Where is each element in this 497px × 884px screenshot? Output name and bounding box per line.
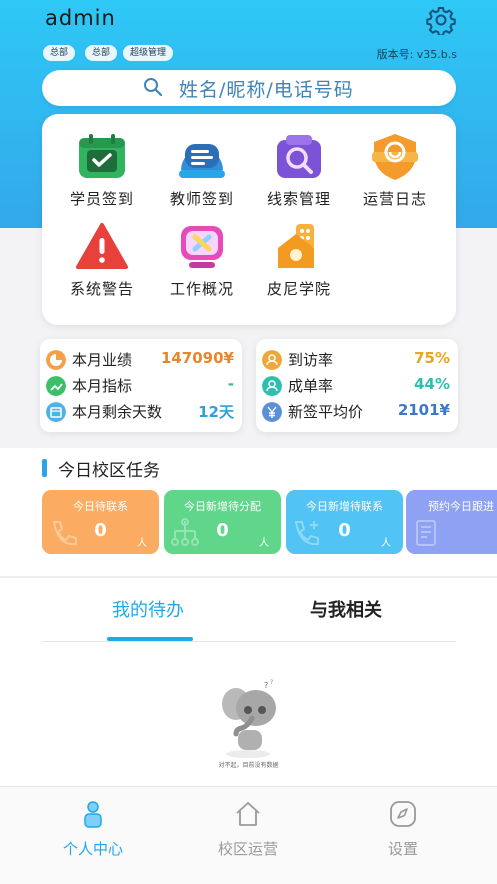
bottom-navigation: 个人中心 校区运营 设置 — [0, 786, 497, 884]
yuan-icon — [262, 402, 282, 422]
search-icon — [144, 78, 163, 97]
stat-row[interactable]: 新签平均价 2101¥ — [262, 400, 450, 424]
teacher-icon — [179, 144, 225, 178]
task-unit: 人 — [381, 538, 391, 549]
stat-label: 本月剩余天数 — [72, 403, 163, 421]
menu-label: 工作概况 — [169, 280, 234, 298]
search-input[interactable]: 姓名/昵称/电话号码 — [42, 70, 456, 106]
menu-lead-management[interactable]: 线索管理 — [254, 132, 344, 209]
user-deal-icon — [262, 376, 282, 396]
empty-state-text: 对不起，目前没有数据 — [218, 762, 279, 769]
person-icon — [84, 801, 102, 828]
stat-value: - — [227, 375, 234, 393]
stat-value: 2101¥ — [397, 401, 450, 419]
user-visit-icon — [262, 350, 282, 370]
log-badge-icon — [372, 134, 418, 180]
menu-system-warning[interactable]: 系统警告 — [57, 222, 147, 299]
work-overview-icon — [181, 226, 223, 268]
document-icon — [416, 520, 436, 546]
stat-row[interactable]: 成单率 44% — [262, 374, 450, 398]
stat-value: 75% — [414, 349, 450, 367]
org-tag-1: 总部 — [43, 45, 76, 61]
menu-teacher-checkin[interactable]: 教师签到 — [157, 132, 247, 209]
username-label: admin — [45, 6, 116, 30]
menu-grid: 学员签到 教师签到 线索管理 运营日志 系统警告 工作概况 皮尼学院 — [42, 114, 456, 325]
task-card-scheduled-follow-up[interactable]: 预约今日跟进 — [406, 490, 497, 554]
task-title: 今日新增待分配 — [184, 500, 261, 513]
menu-label: 教师签到 — [169, 190, 234, 208]
tab-separator — [42, 641, 456, 642]
search-placeholder: 姓名/昵称/电话号码 — [179, 79, 354, 101]
calendar-check-icon — [79, 134, 125, 178]
stat-value: 147090¥ — [160, 349, 234, 367]
task-title: 今日新增待联系 — [306, 500, 383, 513]
stat-label: 新签平均价 — [288, 403, 364, 421]
menu-label: 系统警告 — [69, 280, 134, 298]
menu-label: 运营日志 — [362, 190, 427, 208]
stat-label: 本月指标 — [72, 377, 133, 395]
calendar-icon — [46, 402, 66, 422]
tab-active-indicator — [107, 637, 193, 641]
nav-settings[interactable]: 设置 — [353, 799, 453, 859]
menu-student-checkin[interactable]: 学员签到 — [57, 132, 147, 209]
stat-label: 成单率 — [288, 377, 334, 395]
stat-label: 本月业绩 — [72, 351, 133, 369]
task-card-to-assign[interactable]: 今日新增待分配 0 人 — [164, 490, 281, 554]
stat-row[interactable]: 本月指标 - — [46, 374, 234, 398]
task-card-to-contact[interactable]: 今日待联系 0 人 — [42, 490, 159, 554]
stat-row[interactable]: 到访率 75% — [262, 348, 450, 372]
monthly-stats-card: 本月业绩 147090¥ 本月指标 - 本月剩余天数 12天 — [40, 339, 242, 432]
menu-work-overview[interactable]: 工作概况 — [157, 222, 247, 299]
warning-icon — [76, 223, 128, 269]
stat-label: 到访率 — [288, 351, 334, 369]
task-title: 今日待联系 — [73, 500, 128, 513]
tab-related-to-me[interactable]: 与我相关 — [310, 596, 382, 622]
magnifier-icon — [277, 135, 321, 178]
menu-operation-log[interactable]: 运营日志 — [350, 132, 440, 209]
tab-my-todo[interactable]: 我的待办 — [112, 596, 184, 622]
task-unit: 人 — [137, 538, 147, 549]
nav-label: 个人中心 — [62, 840, 123, 858]
nav-campus-operation[interactable]: 校区运营 — [198, 799, 298, 859]
stat-value: 44% — [414, 375, 450, 393]
stat-row[interactable]: 本月剩余天数 12天 — [46, 400, 234, 424]
org-tag-2: 总部 — [85, 45, 118, 61]
pie-chart-icon — [46, 350, 66, 370]
menu-label: 线索管理 — [266, 190, 331, 208]
section-divider — [0, 576, 497, 578]
stat-value: 12天 — [198, 403, 234, 421]
nav-label: 设置 — [387, 840, 418, 858]
stat-row[interactable]: 本月业绩 147090¥ — [46, 348, 234, 372]
section-marker — [42, 459, 47, 477]
college-icon — [278, 224, 314, 268]
svg-text:?: ? — [264, 681, 268, 690]
trend-chart-icon — [46, 376, 66, 396]
section-title: 今日校区任务 — [58, 461, 160, 481]
menu-label: 皮尼学院 — [266, 280, 331, 298]
menu-label: 学员签到 — [69, 190, 134, 208]
conversion-stats-card: 到访率 75% 成单率 44% 新签平均价 2101¥ — [256, 339, 458, 432]
task-card-new-to-contact[interactable]: 今日新增待联系 0 人 — [286, 490, 403, 554]
version-label: 版本号: v35.b.s — [376, 48, 457, 61]
home-icon — [236, 802, 260, 826]
task-title: 预约今日跟进 — [428, 500, 494, 513]
compass-icon — [390, 801, 416, 827]
svg-text:?: ? — [270, 679, 273, 686]
nav-personal-center[interactable]: 个人中心 — [43, 799, 143, 859]
menu-pini-college[interactable]: 皮尼学院 — [254, 222, 344, 299]
role-tag: 超级管理 — [123, 45, 174, 61]
task-unit: 人 — [259, 538, 269, 549]
empty-mascot-icon: ? ? — [222, 679, 276, 758]
nav-label: 校区运营 — [217, 840, 278, 858]
gear-icon[interactable] — [426, 5, 456, 35]
